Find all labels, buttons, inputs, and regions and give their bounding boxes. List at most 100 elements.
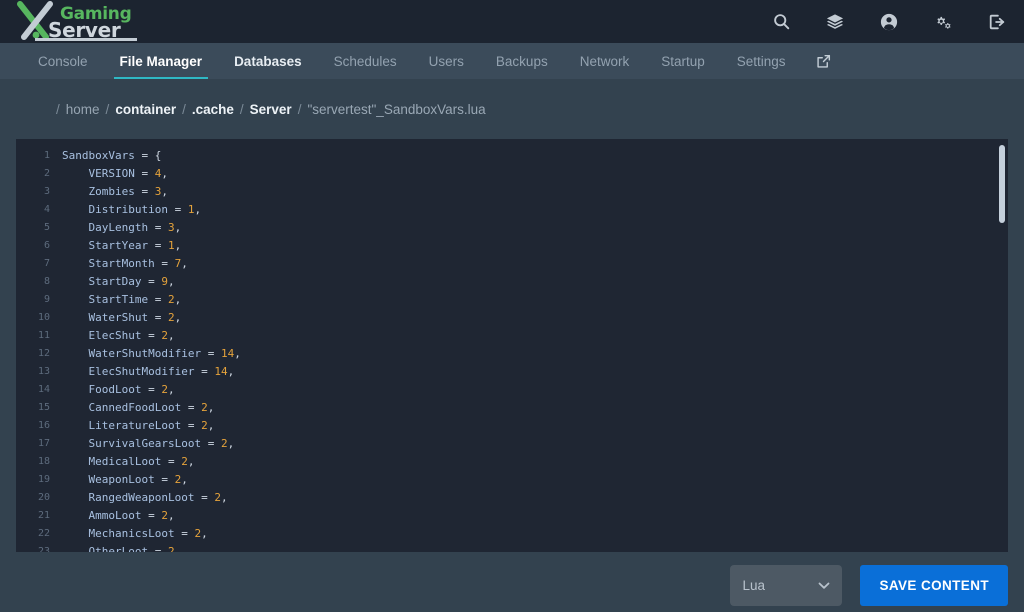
code-line: 22 MechanicsLoot = 2, [16,525,1008,543]
line-number: 23 [16,543,62,552]
line-number: 4 [16,201,62,219]
breadcrumb: / home / container / .cache / Server / "… [0,79,1024,139]
tab-schedules[interactable]: Schedules [318,43,413,79]
code-text: AmmoLoot = 2, [62,507,175,525]
line-number: 15 [16,399,62,417]
tab-file-manager[interactable]: File Manager [104,43,219,79]
code-line: 19 WeaponLoot = 2, [16,471,1008,489]
code-lines[interactable]: 1SandboxVars = {2 VERSION = 4,3 Zombies … [16,147,1008,552]
code-line: 7 StartMonth = 7, [16,255,1008,273]
editor-scrollbar-track[interactable] [996,139,1008,552]
code-text: RangedWeaponLoot = 2, [62,489,228,507]
code-line: 4 Distribution = 1, [16,201,1008,219]
breadcrumb-separator: / [298,102,302,117]
tab-console[interactable]: Console [22,43,104,79]
code-editor[interactable]: 1SandboxVars = {2 VERSION = 4,3 Zombies … [16,139,1008,552]
settings-cogs-icon[interactable] [916,0,970,43]
line-number: 19 [16,471,62,489]
code-text: SurvivalGearsLoot = 2, [62,435,234,453]
line-number: 3 [16,183,62,201]
line-number: 2 [16,165,62,183]
line-number: 5 [16,219,62,237]
tab-settings[interactable]: Settings [721,43,802,79]
line-number: 22 [16,525,62,543]
code-text: OtherLoot = 2, [62,543,181,552]
breadcrumb-separator: / [106,102,110,117]
line-number: 9 [16,291,62,309]
breadcrumb-separator: / [240,102,244,117]
line-number: 14 [16,381,62,399]
code-line: 15 CannedFoodLoot = 2, [16,399,1008,417]
primary-nav: Console File Manager Databases Schedules… [0,43,1024,79]
code-text: Distribution = 1, [62,201,201,219]
code-text: WaterShutModifier = 14, [62,345,241,363]
language-select-value: Lua [742,578,765,593]
code-text: ElecShutModifier = 14, [62,363,234,381]
editor-scrollbar-thumb[interactable] [999,145,1005,223]
breadcrumb-item-home[interactable]: home [66,102,100,117]
tab-users[interactable]: Users [413,43,480,79]
code-text: SandboxVars = { [62,147,161,165]
brand-logo[interactable]: Gaming Server [8,1,138,43]
line-number: 11 [16,327,62,345]
top-header: Gaming Server [0,0,1024,43]
line-number: 13 [16,363,62,381]
line-number: 8 [16,273,62,291]
code-line: 10 WaterShut = 2, [16,309,1008,327]
line-number: 12 [16,345,62,363]
code-text: StartYear = 1, [62,237,181,255]
code-text: StartMonth = 7, [62,255,188,273]
code-text: LiteratureLoot = 2, [62,417,214,435]
breadcrumb-item-file: "servertest"_SandboxVars.lua [307,102,485,117]
code-text: CannedFoodLoot = 2, [62,399,214,417]
chevron-down-icon [818,578,830,593]
account-icon[interactable] [862,0,916,43]
code-text: ElecShut = 2, [62,327,175,345]
code-text: StartTime = 2, [62,291,181,309]
line-number: 21 [16,507,62,525]
line-number: 10 [16,309,62,327]
code-line: 1SandboxVars = { [16,147,1008,165]
code-line: 20 RangedWeaponLoot = 2, [16,489,1008,507]
breadcrumb-item-container[interactable]: container [115,102,176,117]
editor-footer: Lua SAVE CONTENT [0,558,1024,612]
code-text: WaterShut = 2, [62,309,181,327]
code-text: Zombies = 3, [62,183,168,201]
code-line: 9 StartTime = 2, [16,291,1008,309]
tab-databases[interactable]: Databases [218,43,318,79]
language-select[interactable]: Lua [730,565,842,606]
code-line: 13 ElecShutModifier = 14, [16,363,1008,381]
save-content-button[interactable]: SAVE CONTENT [860,565,1008,606]
code-line: 12 WaterShutModifier = 14, [16,345,1008,363]
code-line: 16 LiteratureLoot = 2, [16,417,1008,435]
header-icon-group [754,0,1024,43]
line-number: 17 [16,435,62,453]
logout-icon[interactable] [970,0,1024,43]
code-line: 6 StartYear = 1, [16,237,1008,255]
tab-network[interactable]: Network [564,43,646,79]
code-line: 3 Zombies = 3, [16,183,1008,201]
search-icon[interactable] [754,0,808,43]
code-line: 2 VERSION = 4, [16,165,1008,183]
code-text: DayLength = 3, [62,219,181,237]
code-text: StartDay = 9, [62,273,175,291]
breadcrumb-separator: / [56,102,60,117]
line-number: 20 [16,489,62,507]
code-line: 18 MedicalLoot = 2, [16,453,1008,471]
code-line: 8 StartDay = 9, [16,273,1008,291]
tab-startup[interactable]: Startup [645,43,721,79]
line-number: 18 [16,453,62,471]
tab-backups[interactable]: Backups [480,43,564,79]
line-number: 6 [16,237,62,255]
breadcrumb-item-cache[interactable]: .cache [192,102,234,117]
code-text: FoodLoot = 2, [62,381,175,399]
code-text: WeaponLoot = 2, [62,471,188,489]
code-text: VERSION = 4, [62,165,168,183]
code-text: MechanicsLoot = 2, [62,525,208,543]
layers-icon[interactable] [808,0,862,43]
code-line: 23 OtherLoot = 2, [16,543,1008,552]
line-number: 7 [16,255,62,273]
code-line: 5 DayLength = 3, [16,219,1008,237]
external-link-icon[interactable] [802,43,845,79]
breadcrumb-item-server[interactable]: Server [250,102,292,117]
